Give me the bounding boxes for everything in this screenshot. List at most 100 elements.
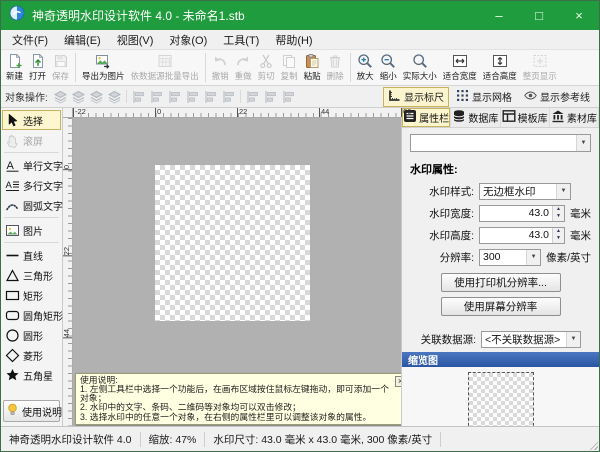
fit-width-button[interactable]: 适合宽度 — [440, 51, 480, 84]
export-image-button[interactable]: 导出为图片 — [79, 51, 128, 84]
vruler-mark-0: 0 — [63, 165, 72, 170]
tool-rounded-rectangle[interactable]: 圆角矩形 — [2, 305, 61, 325]
datasource-row: 关联数据源: <不关联数据源> ▼ — [410, 328, 591, 350]
close-button[interactable]: × — [559, 1, 599, 30]
star-label: 五角星 — [23, 368, 53, 383]
show-guides-toggle[interactable]: 显示参考线 — [519, 87, 595, 107]
tool-triangle[interactable]: 三角形 — [2, 265, 61, 285]
tool-rectangle[interactable]: 矩形 — [2, 285, 61, 305]
zoom-in-button[interactable]: 放大 — [354, 51, 377, 84]
watermark-artboard[interactable] — [155, 165, 310, 321]
open-button[interactable]: 打开 — [26, 51, 49, 84]
window-controls: – □ × — [479, 1, 599, 30]
tab-materials[interactable]: 素材库 — [550, 108, 599, 127]
app-logo-icon — [9, 5, 25, 26]
object-operations-label: 对象操作: — [5, 89, 48, 104]
same-size-icon — [280, 89, 297, 105]
rectangle-label: 矩形 — [23, 288, 43, 303]
toolbar-separator — [75, 53, 76, 82]
watermark-height-spinner[interactable]: 43.0▲▼ — [479, 227, 565, 244]
tool-star[interactable]: 五角星 — [2, 365, 61, 385]
hruler-mark-44: 44 — [319, 108, 329, 117]
spinner-down-icon[interactable]: ▼ — [553, 213, 564, 221]
tab-templates[interactable]: 模板库 — [501, 108, 550, 127]
actual-size-label: 实际大小 — [403, 70, 437, 82]
properties-panel: 属性栏数据库模板库素材库 ▼ 水印属性: 水印样式:无边框水印▼水印宽度:43.… — [401, 108, 599, 426]
show-ruler-toggle[interactable]: 显示标尺 — [383, 87, 449, 107]
help-button[interactable]: 使用说明 — [3, 400, 60, 422]
chevron-down-icon[interactable]: ▼ — [556, 184, 570, 199]
tool-multi-line-text[interactable]: A多行文字 — [2, 175, 61, 195]
datasource-dropdown[interactable]: <不关联数据源> ▼ — [481, 331, 581, 348]
tool-circle[interactable]: 圆形 — [2, 325, 61, 345]
maximize-button[interactable]: □ — [519, 1, 559, 30]
spinner-down-icon[interactable]: ▼ — [553, 235, 564, 243]
tool-select[interactable]: 选择 — [2, 110, 61, 130]
usage-info-line-3: 3. 选择水印中的任意一个对象，在右侧的属性栏里可以调整该对象的属性。 — [80, 413, 394, 422]
watermark-height-unit: 毫米 — [570, 228, 591, 243]
resolution-unit: 像素/英寸 — [546, 250, 591, 265]
svg-text:A: A — [6, 160, 14, 172]
resolution-label: 分辨率: — [410, 250, 474, 265]
show-ruler-label: 显示标尺 — [404, 89, 444, 104]
tool-arc-text[interactable]: 圆弧文字 — [2, 195, 61, 215]
save-label: 保存 — [52, 70, 69, 82]
zoom-out-label: 缩小 — [380, 70, 397, 82]
menu-item-file[interactable]: 文件(F) — [4, 31, 56, 49]
menu-item-edit[interactable]: 编辑(E) — [56, 31, 109, 49]
star-icon — [4, 368, 20, 383]
watermark-width-spinner[interactable]: 43.0▲▼ — [479, 205, 565, 222]
tool-line[interactable]: 直线 — [2, 245, 61, 265]
tool-picture[interactable]: 图片 — [2, 220, 61, 240]
tab-database[interactable]: 数据库 — [451, 108, 500, 127]
undo-label: 撤销 — [212, 70, 229, 82]
svg-text:A: A — [5, 180, 12, 191]
new-button[interactable]: 新建 — [3, 51, 26, 84]
watermark-height-value: 43.0 — [480, 229, 552, 241]
select-label: 选择 — [23, 113, 43, 128]
redo-label: 重做 — [235, 70, 252, 82]
zoom-in-icon — [357, 53, 373, 69]
watermark-style-dropdown[interactable]: 无边框水印▼ — [479, 183, 571, 200]
arc-text-icon — [4, 198, 20, 213]
toolbar-separator — [350, 53, 351, 82]
show-grid-toggle[interactable]: 显示网格 — [451, 87, 517, 107]
actual-size-button[interactable]: 实际大小 — [400, 51, 440, 84]
usage-info-box: 使用说明: 1. 左侧工具栏中选择一个功能后，在画布区域按住鼠标左键拖动，即可添… — [75, 373, 401, 425]
use-printer-resolution-button[interactable]: 使用打印机分辨率... — [441, 273, 561, 292]
canvas[interactable]: 使用说明: 1. 左侧工具栏中选择一个功能后，在画布区域按住鼠标左键拖动，即可添… — [73, 118, 401, 426]
chevron-down-icon[interactable]: ▼ — [526, 250, 540, 265]
undo-icon — [212, 53, 228, 69]
paste-button[interactable]: 粘贴 — [301, 51, 324, 84]
resolution-dropdown[interactable]: 300▼ — [479, 249, 541, 266]
tool-single-line-text[interactable]: A 单行文字 — [2, 155, 61, 175]
menu-item-help[interactable]: 帮助(H) — [267, 31, 320, 49]
spinner-up-icon[interactable]: ▲ — [553, 228, 564, 236]
object-selector-dropdown[interactable]: ▼ — [410, 134, 591, 152]
menu-item-view[interactable]: 视图(V) — [109, 31, 162, 49]
fit-height-label: 适合高度 — [483, 70, 517, 82]
panel-tabs: 属性栏数据库模板库素材库 — [402, 108, 599, 128]
toolbar-separator — [205, 53, 206, 82]
tool-scroll: 滚屏 — [2, 130, 61, 150]
fit-height-button[interactable]: 适合高度 — [480, 51, 520, 84]
single-line-text-label: 单行文字 — [23, 158, 63, 173]
line-label: 直线 — [23, 248, 43, 263]
datasource-value: <不关联数据源> — [482, 332, 566, 347]
resize-grip[interactable] — [587, 439, 598, 450]
menu-item-tools[interactable]: 工具(T) — [215, 31, 267, 49]
use-screen-resolution-button[interactable]: 使用屏幕分辨率 — [441, 297, 561, 316]
spinner-arrows-icon[interactable]: ▲▼ — [552, 228, 564, 243]
spinner-arrows-icon[interactable]: ▲▼ — [552, 206, 564, 221]
spinner-up-icon[interactable]: ▲ — [553, 206, 564, 214]
minimize-button[interactable]: – — [479, 1, 519, 30]
save-icon — [53, 53, 69, 69]
menu-item-object[interactable]: 对象(O) — [161, 31, 215, 49]
align-top-icon — [184, 89, 201, 105]
zoom-out-button[interactable]: 缩小 — [377, 51, 400, 84]
object-ops-separator — [240, 90, 241, 103]
info-close-icon[interactable]: × — [395, 376, 401, 387]
rect-icon — [4, 288, 20, 303]
cut-label: 剪切 — [258, 70, 275, 82]
tool-diamond[interactable]: 菱形 — [2, 345, 61, 365]
